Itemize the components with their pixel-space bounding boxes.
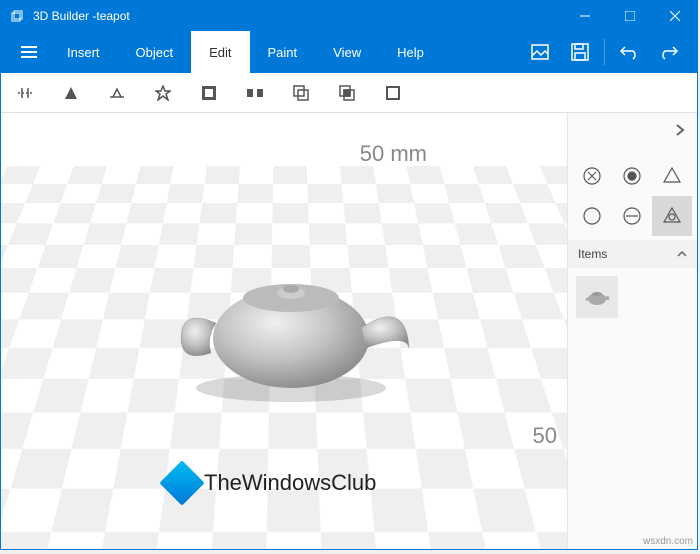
shading-mode-5[interactable] <box>612 196 652 236</box>
menu-object[interactable]: Object <box>118 31 192 73</box>
menu-edit[interactable]: Edit <box>191 31 249 73</box>
minimize-button[interactable] <box>562 1 607 31</box>
menu-paint[interactable]: Paint <box>250 31 316 73</box>
close-button[interactable] <box>652 1 697 31</box>
dimension-label-right: 50 <box>533 423 557 449</box>
undo-icon[interactable] <box>609 31 649 73</box>
edit-toolbar <box>1 73 697 113</box>
subtract-tool-icon[interactable] <box>381 81 405 105</box>
shading-mode-4[interactable] <box>572 196 612 236</box>
window-title: 3D Builder -teapot <box>33 9 130 23</box>
shading-mode-3[interactable] <box>652 156 692 196</box>
simplify-tool-icon[interactable] <box>59 81 83 105</box>
hollow-tool-icon[interactable] <box>197 81 221 105</box>
redo-icon[interactable] <box>649 31 689 73</box>
watermark: TheWindowsClub <box>166 467 376 499</box>
footer-url: wsxdn.com <box>643 536 693 547</box>
split-tool-icon[interactable] <box>13 81 37 105</box>
menu-help[interactable]: Help <box>379 31 442 73</box>
3d-viewport[interactable]: 50 mm 50 <box>1 113 567 549</box>
items-label: Items <box>578 247 607 261</box>
app-icon <box>9 8 25 24</box>
emboss-tool-icon[interactable] <box>151 81 175 105</box>
sidebar: Items <box>567 113 697 549</box>
watermark-logo-icon <box>159 460 204 505</box>
intersect-tool-icon[interactable] <box>335 81 359 105</box>
chevron-up-icon <box>677 247 687 261</box>
watermark-text: TheWindowsClub <box>204 470 376 496</box>
items-panel-header[interactable]: Items <box>568 240 697 268</box>
maximize-button[interactable] <box>607 1 652 31</box>
titlebar: 3D Builder -teapot <box>1 1 697 31</box>
shading-mode-1[interactable] <box>572 156 612 196</box>
menu-view[interactable]: View <box>315 31 379 73</box>
chevron-right-icon[interactable] <box>671 119 689 146</box>
item-thumbnail-teapot[interactable] <box>576 276 618 318</box>
save-icon[interactable] <box>560 31 600 73</box>
smooth-tool-icon[interactable] <box>105 81 129 105</box>
merge-tool-icon[interactable] <box>289 81 313 105</box>
image-icon[interactable] <box>520 31 560 73</box>
extrude-tool-icon[interactable] <box>243 81 267 105</box>
shading-mode-6[interactable] <box>652 196 692 236</box>
dimension-label-top: 50 mm <box>360 141 427 167</box>
teapot-model[interactable] <box>151 243 431 403</box>
menu-insert[interactable]: Insert <box>49 31 118 73</box>
shading-mode-2[interactable] <box>612 156 652 196</box>
menubar: Insert Object Edit Paint View Help <box>1 31 697 73</box>
hamburger-menu[interactable] <box>9 31 49 73</box>
